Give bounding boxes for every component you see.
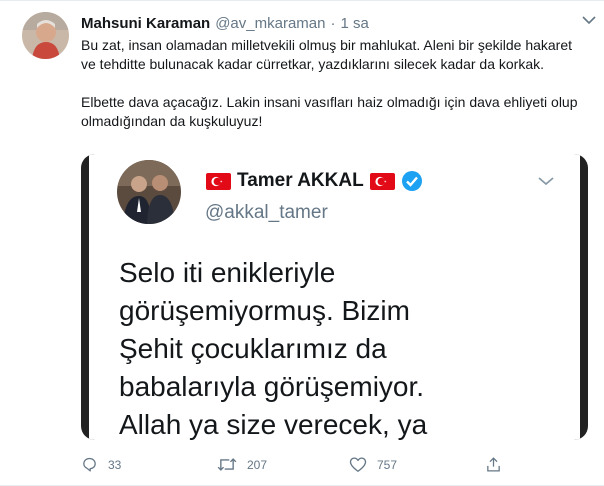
separator-dot: ·: [330, 14, 336, 32]
like-count: 757: [377, 457, 398, 472]
embedded-avatar: [117, 160, 181, 224]
avatar[interactable]: [22, 12, 69, 59]
embedded-line: babalarıyla görüşemiyor.: [119, 371, 425, 402]
embedded-image[interactable]: Tamer AKKAL @akkal_tamer Selo iti enikle…: [81, 154, 588, 440]
embedded-author: Tamer AKKAL: [200, 170, 423, 192]
share-button[interactable]: [485, 456, 512, 473]
embedded-line: Selo iti enikleriyle: [119, 257, 336, 288]
chevron-down-icon[interactable]: [582, 15, 596, 25]
retweet-icon: [217, 458, 237, 471]
retweet-count: 207: [247, 457, 268, 472]
turkey-flag-icon: [206, 172, 231, 190]
tweet-actions: 33 207 757: [81, 456, 511, 474]
screenshot-card: Tamer AKKAL @akkal_tamer Selo iti enikle…: [89, 154, 580, 440]
tweet-text: Bu zat, insan olamadan milletvekili olmu…: [81, 36, 586, 131]
verified-badge-icon: [401, 171, 422, 191]
author-handle[interactable]: @av_mkaraman: [215, 15, 325, 32]
share-icon: [487, 457, 500, 472]
embedded-handle: @akkal_tamer: [205, 202, 328, 223]
like-button[interactable]: 757: [349, 456, 397, 473]
tweet-content: Mahsuni Karaman @av_mkaraman · 1 sa Bu z…: [81, 13, 586, 131]
reply-icon: [83, 457, 96, 472]
turkey-flag-icon: [369, 172, 395, 190]
reply-button[interactable]: 33: [81, 456, 121, 473]
retweet-button[interactable]: 207: [217, 456, 267, 473]
embedded-line: Şehit çocuklarımız da: [119, 333, 387, 364]
embedded-line: görüşemiyormuş. Bizim: [119, 295, 410, 326]
tweet-paragraph: Bu zat, insan olamadan milletvekili olmu…: [81, 37, 573, 72]
tweet[interactable]: Mahsuni Karaman @av_mkaraman · 1 sa Bu z…: [0, 0, 604, 486]
author-name[interactable]: Mahsuni Karaman: [81, 15, 210, 32]
embedded-line: Allah ya size verecek, ya: [119, 409, 428, 440]
embedded-text: Selo iti enikleriyle görüşemiyormuş. Biz…: [119, 254, 559, 440]
timestamp[interactable]: 1 sa: [340, 15, 368, 32]
reply-count: 33: [108, 457, 122, 472]
tweet-header: Mahsuni Karaman @av_mkaraman · 1 sa: [81, 13, 586, 33]
tweet-paragraph: Elbette dava açacağız. Lakin insani vası…: [81, 94, 578, 129]
embedded-name: Tamer AKKAL: [237, 170, 364, 191]
chevron-down-icon: [538, 177, 554, 186]
heart-icon: [349, 457, 367, 472]
